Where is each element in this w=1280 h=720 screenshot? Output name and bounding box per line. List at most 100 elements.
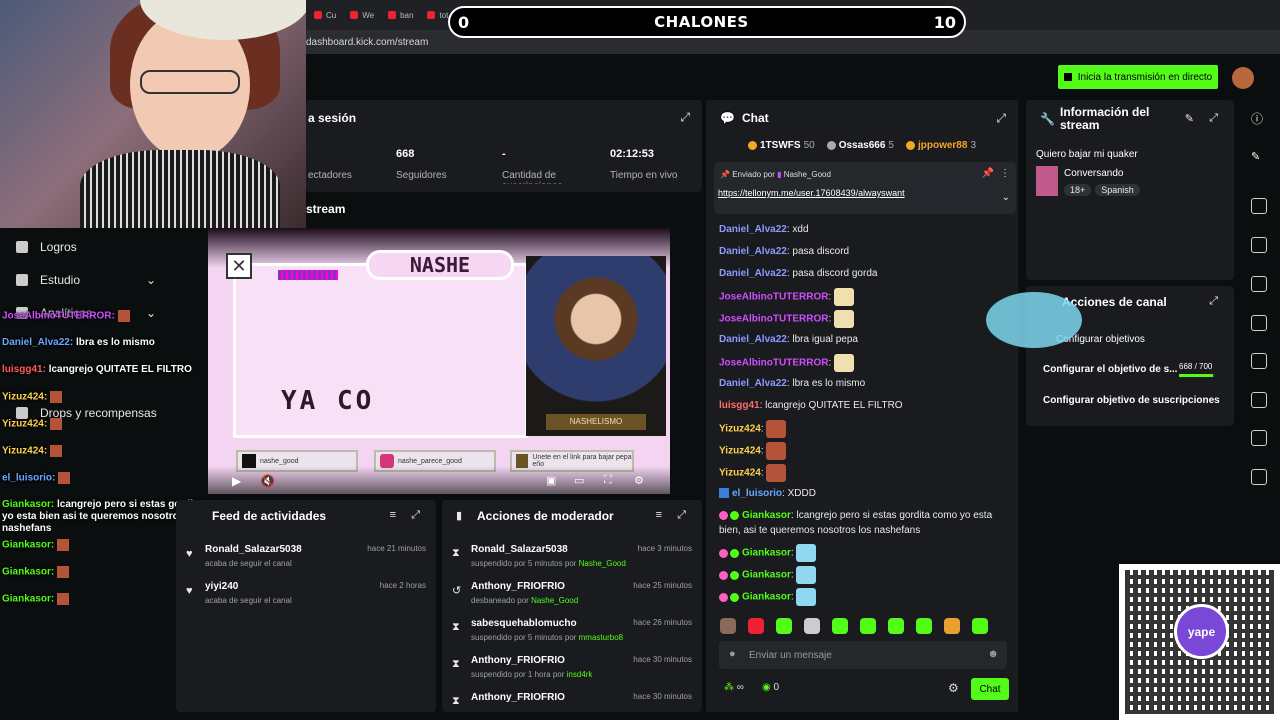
mod-username[interactable]: mmasturbo8 [579, 633, 623, 642]
activity-user[interactable]: Ronald_Salazar5038 [205, 544, 302, 555]
expand-icon[interactable]: ⤢ [411, 509, 420, 522]
emote-icon[interactable] [720, 618, 736, 634]
pinned-link[interactable]: https://tellonym.me/user.17608439/always… [718, 188, 905, 198]
action-follower-goal[interactable]: Configurar el objetivo de s... [1043, 364, 1177, 375]
clip-icon[interactable]: ▣ [546, 474, 556, 487]
mod-target-user[interactable]: Anthony_FRIOFRIO [471, 692, 565, 703]
chat-username[interactable]: Giankasor [742, 570, 791, 581]
edit-icon[interactable]: ✎ [1185, 112, 1194, 125]
stream-preview[interactable]: YA CO NASHE ✕ NASHELISMO nashe_good nash… [208, 228, 670, 494]
top-gifter[interactable]: jppower88 3 [905, 140, 976, 151]
mod-target-user[interactable]: sabesquehablomucho [471, 618, 577, 629]
bolt-icon[interactable] [1251, 237, 1267, 253]
chat-input[interactable]: ● Enviar un mensaje ☻ [719, 641, 1007, 669]
widget-icon[interactable] [1251, 198, 1267, 214]
chat-username[interactable]: luisgg41 [719, 400, 760, 411]
top-gifter[interactable]: Ossas666 5 [826, 140, 894, 151]
chat-icon[interactable] [1251, 315, 1267, 331]
emote-icon [796, 566, 817, 584]
chat-username[interactable]: Giankasor [742, 548, 791, 559]
mod-username[interactable]: Nashe_Good [579, 559, 626, 568]
chat-message: JoseAlbinoTUTERROR: [719, 310, 1011, 328]
more-options-icon[interactable]: ⋮ [1000, 168, 1010, 179]
emote-icon[interactable] [944, 618, 960, 634]
mod-username[interactable]: insd4rk [567, 670, 593, 679]
theater-icon[interactable]: ▭ [574, 474, 584, 487]
stat-label: Tiempo en vivo [610, 170, 678, 181]
mod-target-user[interactable]: Anthony_FRIOFRIO [471, 581, 565, 592]
chat-username[interactable]: Daniel_Alva22 [719, 268, 787, 279]
chat-username[interactable]: JoseAlbinoTUTERROR [719, 358, 828, 369]
go-live-button[interactable]: Inicia la transmisión en directo [1058, 65, 1218, 89]
mute-icon[interactable]: 🔇 [260, 474, 275, 488]
stat-value: - [502, 148, 506, 160]
chat-username[interactable]: Daniel_Alva22 [719, 246, 787, 257]
chevron-down-icon[interactable]: ⌄ [1002, 192, 1010, 203]
chat-username[interactable]: Daniel_Alva22 [719, 334, 787, 345]
expand-icon[interactable]: ⤢ [1209, 295, 1218, 308]
broadcast-icon[interactable] [1251, 353, 1267, 369]
gifter-name: Ossas666 [838, 140, 886, 151]
mod-target-user[interactable]: Ronald_Salazar5038 [471, 544, 568, 555]
chat-username[interactable]: Giankasor [742, 592, 791, 603]
chat-username[interactable]: Yizuz424 [719, 468, 761, 479]
activity-time: hace 21 minutos [367, 544, 426, 553]
fullscreen-icon[interactable]: ⛶ [604, 474, 612, 487]
play-icon[interactable]: ▶ [232, 474, 241, 488]
chat-username[interactable]: Yizuz424 [719, 424, 761, 435]
emote-icon [766, 464, 787, 482]
session-panel: a sesión ⤢ ectadores 668 Seguidores - Cantid… [306, 100, 702, 192]
activity-panel: Feed de actividades ≡ ⤢ ♥ Ronald_Salazar5… [176, 500, 436, 712]
emote-icon[interactable] [888, 618, 904, 634]
emote-icon[interactable] [916, 618, 932, 634]
avatar[interactable] [1232, 67, 1254, 89]
chat-username[interactable]: JoseAlbinoTUTERROR [719, 292, 828, 303]
filter-icon[interactable]: ≡ [656, 509, 662, 521]
tag[interactable]: 18+ [1064, 184, 1092, 196]
chat-username[interactable]: Yizuz424 [719, 446, 761, 457]
emoji-icon[interactable]: ☻ [987, 648, 999, 660]
settings-gear-icon[interactable]: ⚙ [634, 474, 644, 487]
chat-send-button[interactable]: Chat [971, 678, 1009, 700]
mascot-sticker [986, 292, 1082, 348]
expand-icon[interactable]: ⤢ [680, 110, 690, 125]
browser-tab[interactable]: Cu [308, 2, 342, 28]
action-sub-goal[interactable]: Configurar objetivo de suscripciones [1043, 395, 1220, 406]
chat-username[interactable]: JoseAlbinoTUTERROR [719, 314, 828, 325]
expand-icon[interactable]: ⤢ [1209, 112, 1218, 125]
emote-icon[interactable] [748, 618, 764, 634]
emote-icon[interactable] [776, 618, 792, 634]
list-icon[interactable] [1251, 392, 1267, 408]
expand-icon[interactable]: ⤢ [996, 111, 1006, 126]
browser-tab[interactable]: We [344, 2, 380, 28]
chat-username[interactable]: Daniel_Alva22 [719, 224, 787, 235]
document-icon[interactable] [1251, 276, 1267, 292]
mod-time: hace 3 minutos [637, 544, 692, 553]
emote-icon[interactable] [860, 618, 876, 634]
expand-icon[interactable]: ⤢ [677, 509, 686, 522]
emote-icon[interactable] [972, 618, 988, 634]
export-icon[interactable] [1251, 469, 1267, 485]
nav-estudio[interactable]: Estudio ⌄ [16, 273, 156, 287]
activity-user[interactable]: yiyi240 [205, 581, 238, 592]
emote-icon[interactable] [804, 618, 820, 634]
chat-username[interactable]: Giankasor [742, 510, 791, 521]
tag[interactable]: Spanish [1095, 184, 1140, 196]
nav-logros[interactable]: Logros [16, 240, 77, 254]
filter-icon[interactable]: ≡ [390, 509, 396, 521]
top-gifter[interactable]: 1TSWFS 50 [748, 140, 815, 151]
wrench-icon[interactable] [1251, 430, 1267, 446]
pin-icon[interactable]: 📌 [982, 168, 994, 179]
chat-settings-icon[interactable]: ⚙ [948, 681, 959, 695]
mod-username[interactable]: Nashe_Good [531, 596, 578, 605]
chat-username[interactable]: el_luisorio [732, 488, 782, 499]
overlay-chat-user: luisgg41: [2, 364, 46, 375]
mod-target-user[interactable]: Anthony_FRIOFRIO [471, 655, 565, 666]
tab-label: We [362, 10, 375, 20]
chat-username[interactable]: Daniel_Alva22 [719, 378, 787, 389]
pencil-icon[interactable]: ✎ [1251, 150, 1267, 166]
info-icon[interactable]: ⓘ [1251, 110, 1267, 126]
emote-icon[interactable] [832, 618, 848, 634]
activity-time: hace 2 horas [379, 581, 426, 590]
browser-tab[interactable]: ban [382, 2, 419, 28]
